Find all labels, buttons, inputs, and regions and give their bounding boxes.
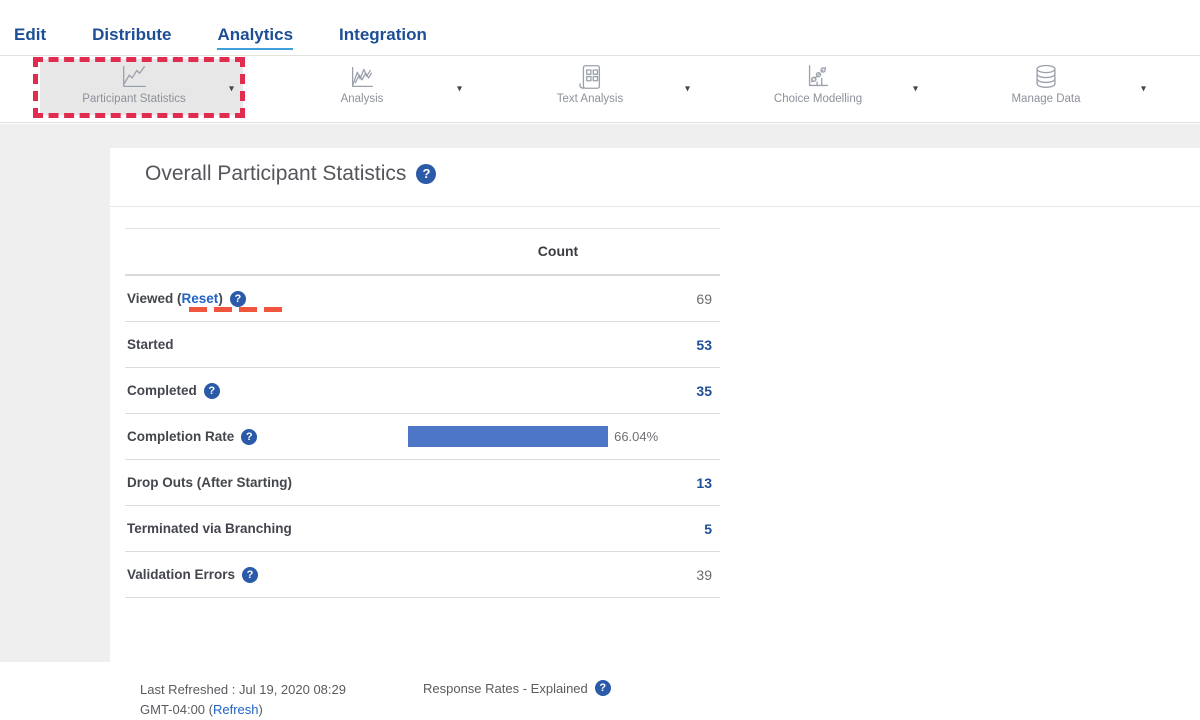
multi-line-chart-icon (347, 62, 377, 92)
nav-item-label: Integration (339, 25, 427, 44)
row-label: Started (127, 337, 174, 352)
nav-item-label: Analytics (217, 25, 293, 44)
page-title: Overall Participant Statistics (145, 162, 406, 186)
analytics-toolbar: Participant Statistics ▾ Analysis ▾ Text… (0, 55, 1200, 123)
table-row-terminated-via-branching: Terminated via Branching 5 (125, 506, 720, 552)
table-row-viewed: Viewed ( Reset ) ? 69 (125, 276, 720, 322)
last-refreshed-line2-close: ) (259, 702, 263, 717)
table-row-validation-errors: Validation Errors ? 39 (125, 552, 720, 598)
toolbar-item-participant-statistics[interactable]: Participant Statistics ▾ (20, 56, 248, 122)
nav-item-distribute[interactable]: Distribute (92, 25, 171, 48)
help-icon[interactable]: ? (230, 291, 246, 307)
page-background: Overall Participant Statistics ? Count V… (0, 124, 1200, 662)
help-icon[interactable]: ? (204, 383, 220, 399)
toolbar-item-choice-modelling[interactable]: Choice Modelling ▾ (704, 56, 932, 122)
chevron-down-icon[interactable]: ▾ (685, 84, 690, 95)
row-label: Drop Outs (After Starting) (127, 475, 292, 490)
nav-item-integration[interactable]: Integration (339, 25, 427, 48)
chevron-down-icon[interactable]: ▾ (1141, 84, 1146, 95)
refresh-link[interactable]: Refresh (213, 702, 259, 717)
nav-item-label: Edit (14, 25, 46, 44)
toolbar-item-label: Analysis (341, 93, 384, 105)
toolbar-item-manage-data[interactable]: Manage Data ▾ (932, 56, 1160, 122)
table-row-started: Started 53 (125, 322, 720, 368)
database-icon (1031, 62, 1061, 92)
help-icon[interactable]: ? (416, 164, 436, 184)
document-grid-icon (575, 62, 605, 92)
row-count-value: 39 (696, 567, 720, 583)
row-label: Completion Rate (127, 429, 234, 444)
table-row-completion-rate: Completion Rate ? 66.04% (125, 414, 720, 460)
row-count-value: 5 (704, 521, 720, 537)
row-label: Completed (127, 383, 197, 398)
row-count-value: 69 (696, 291, 720, 307)
completion-rate-percent: 66.04% (614, 429, 658, 444)
response-rates-explained-text: Response Rates - Explained (423, 681, 588, 696)
content-card: Overall Participant Statistics ? Count V… (110, 148, 1200, 662)
row-label: Validation Errors (127, 567, 235, 582)
completion-rate-bar: 66.04% (408, 426, 711, 447)
last-refreshed-line1: Last Refreshed : Jul 19, 2020 08:29 (140, 682, 346, 697)
row-label: Terminated via Branching (127, 521, 292, 536)
table-header-row: Count (125, 228, 720, 276)
last-refreshed-line2: GMT-04:00 ( (140, 702, 213, 717)
row-label: Viewed ( (127, 291, 182, 306)
row-count-value: 53 (696, 337, 720, 353)
toolbar-item-text-analysis[interactable]: Text Analysis ▾ (476, 56, 704, 122)
reset-link[interactable]: Reset (182, 291, 219, 306)
divider (110, 206, 1200, 207)
nav-item-analytics[interactable]: Analytics (217, 25, 293, 50)
toolbar-item-label: Manage Data (1011, 93, 1080, 105)
completion-rate-bar-fill (408, 426, 608, 447)
last-refreshed-text: Last Refreshed : Jul 19, 2020 08:29 GMT-… (140, 680, 410, 720)
participant-statistics-table: Count Viewed ( Reset ) ? 69 Started 53 C… (125, 228, 720, 598)
line-chart-icon (119, 62, 149, 92)
help-icon[interactable]: ? (595, 680, 611, 696)
table-row-completed: Completed ? 35 (125, 368, 720, 414)
nav-item-edit[interactable]: Edit (14, 25, 46, 48)
row-count-value: 35 (696, 383, 720, 399)
toolbar-item-analysis[interactable]: Analysis ▾ (248, 56, 476, 122)
toolbar-item-label: Participant Statistics (82, 93, 186, 105)
help-icon[interactable]: ? (242, 567, 258, 583)
count-column-header: Count (498, 229, 618, 274)
chevron-down-icon[interactable]: ▾ (229, 84, 234, 95)
help-icon[interactable]: ? (241, 429, 257, 445)
chevron-down-icon[interactable]: ▾ (457, 84, 462, 95)
annotation-underline (189, 307, 285, 312)
toolbar-item-label: Choice Modelling (774, 93, 862, 105)
row-label-suffix: ) (218, 291, 223, 306)
toolbar-item-label: Text Analysis (557, 93, 623, 105)
top-nav: Edit Distribute Analytics Integration (0, 0, 1200, 55)
table-row-drop-outs: Drop Outs (After Starting) 13 (125, 460, 720, 506)
scatter-trend-icon (803, 62, 833, 92)
nav-item-label: Distribute (92, 25, 171, 44)
row-count-value: 13 (696, 475, 720, 491)
chevron-down-icon[interactable]: ▾ (913, 84, 918, 95)
